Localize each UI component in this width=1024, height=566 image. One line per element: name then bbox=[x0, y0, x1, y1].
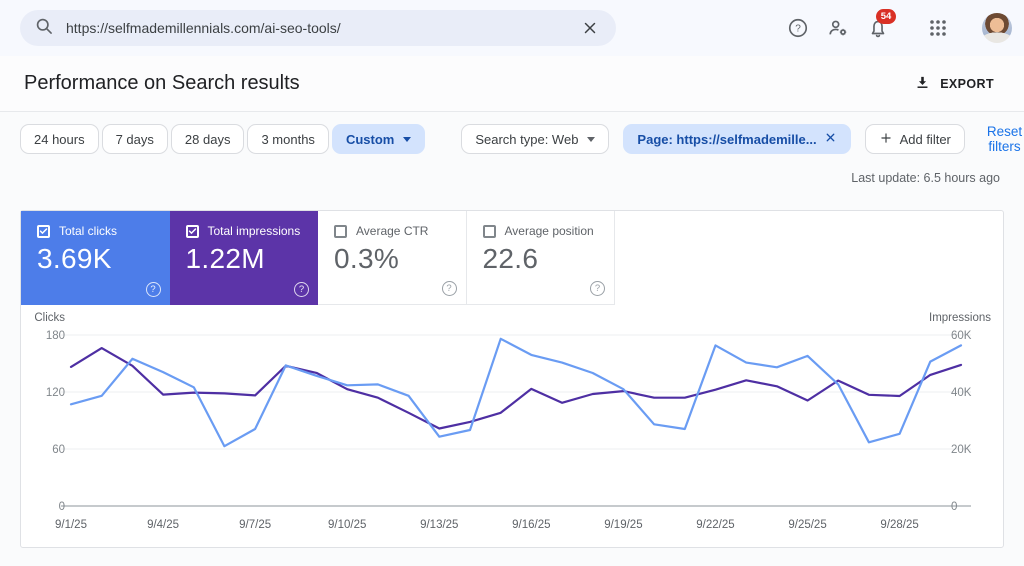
search-type-filter[interactable]: Search type: Web bbox=[461, 124, 609, 154]
svg-text:0: 0 bbox=[951, 501, 957, 513]
svg-text:9/22/25: 9/22/25 bbox=[696, 519, 734, 531]
help-icon[interactable]: ? bbox=[786, 16, 810, 40]
remove-filter-icon[interactable] bbox=[824, 131, 837, 147]
apps-grid-icon[interactable] bbox=[926, 16, 950, 40]
tile-label: Average CTR bbox=[356, 224, 428, 238]
topbar-actions: ? 54 bbox=[786, 13, 1012, 43]
plus-icon bbox=[879, 131, 893, 148]
user-settings-icon[interactable] bbox=[826, 16, 850, 40]
page-filter-label: Page: https://selfmademille... bbox=[637, 132, 816, 147]
range-24-hours[interactable]: 24 hours bbox=[20, 124, 99, 154]
profile-avatar[interactable] bbox=[982, 13, 1012, 43]
svg-text:?: ? bbox=[795, 24, 801, 35]
performance-card: Total clicks 3.69K ? Total impressions 1… bbox=[20, 210, 1004, 548]
search-type-label: Search type: Web bbox=[475, 132, 578, 147]
help-icon[interactable]: ? bbox=[294, 282, 309, 297]
help-icon[interactable]: ? bbox=[146, 282, 161, 297]
page-header: Performance on Search results EXPORT bbox=[0, 56, 1024, 112]
tile-label: Total clicks bbox=[59, 224, 117, 238]
svg-text:9/10/25: 9/10/25 bbox=[328, 519, 366, 531]
tile-value: 0.3% bbox=[334, 243, 454, 275]
date-range-group: 24 hours 7 days 28 days 3 months Custom bbox=[20, 124, 425, 154]
svg-text:9/16/25: 9/16/25 bbox=[512, 519, 550, 531]
chevron-down-icon bbox=[587, 137, 595, 142]
svg-text:Clicks: Clicks bbox=[34, 312, 65, 324]
svg-text:9/25/25: 9/25/25 bbox=[788, 519, 826, 531]
notification-badge: 54 bbox=[876, 9, 896, 24]
svg-text:20K: 20K bbox=[951, 444, 972, 456]
performance-chart[interactable]: 180 120 60 0 60K 40K 20K 0 Clicks Impressions 9/1/… bbox=[21, 311, 1003, 549]
svg-text:180: 180 bbox=[46, 330, 65, 342]
svg-text:9/19/25: 9/19/25 bbox=[604, 519, 642, 531]
tile-label: Average position bbox=[505, 224, 594, 238]
svg-text:9/13/25: 9/13/25 bbox=[420, 519, 458, 531]
chevron-down-icon bbox=[403, 137, 411, 142]
tile-average-ctr[interactable]: Average CTR 0.3% ? bbox=[318, 211, 467, 305]
checkbox-checked-icon[interactable] bbox=[37, 225, 50, 238]
add-filter-label: Add filter bbox=[900, 132, 951, 147]
property-search-box[interactable] bbox=[20, 10, 616, 46]
notifications-bell-icon[interactable]: 54 bbox=[866, 16, 890, 40]
download-icon bbox=[914, 74, 931, 94]
svg-text:120: 120 bbox=[46, 387, 65, 399]
svg-text:9/4/25: 9/4/25 bbox=[147, 519, 179, 531]
tile-value: 1.22M bbox=[186, 243, 307, 275]
range-3-months[interactable]: 3 months bbox=[247, 124, 328, 154]
range-7-days[interactable]: 7 days bbox=[102, 124, 168, 154]
export-label: EXPORT bbox=[940, 77, 994, 91]
checkbox-checked-icon[interactable] bbox=[186, 225, 199, 238]
reset-filters-link[interactable]: Reset filters bbox=[981, 123, 1024, 155]
search-input[interactable] bbox=[64, 19, 568, 37]
tile-average-position[interactable]: Average position 22.6 ? bbox=[467, 211, 616, 305]
clear-search-icon[interactable] bbox=[578, 16, 602, 40]
checkbox-unchecked-icon[interactable] bbox=[334, 225, 347, 238]
tile-total-impressions[interactable]: Total impressions 1.22M ? bbox=[170, 211, 319, 305]
svg-text:0: 0 bbox=[59, 501, 65, 513]
help-icon[interactable]: ? bbox=[590, 281, 605, 296]
svg-text:Impressions: Impressions bbox=[929, 312, 991, 324]
range-custom-label: Custom bbox=[346, 132, 394, 147]
tile-total-clicks[interactable]: Total clicks 3.69K ? bbox=[21, 211, 170, 305]
filters-row: 24 hours 7 days 28 days 3 months Custom … bbox=[0, 112, 1024, 155]
topbar: ? 54 bbox=[0, 0, 1024, 56]
svg-text:9/1/25: 9/1/25 bbox=[55, 519, 87, 531]
performance-chart-svg: 180 120 60 0 60K 40K 20K 0 Clicks Impressions 9/1/… bbox=[21, 311, 1005, 549]
svg-text:40K: 40K bbox=[951, 387, 972, 399]
range-custom[interactable]: Custom bbox=[332, 124, 425, 154]
svg-text:60K: 60K bbox=[951, 330, 972, 342]
last-update-text: Last update: 6.5 hours ago bbox=[0, 155, 1024, 186]
svg-text:60: 60 bbox=[52, 444, 65, 456]
svg-text:9/28/25: 9/28/25 bbox=[880, 519, 918, 531]
help-icon[interactable]: ? bbox=[442, 281, 457, 296]
checkbox-unchecked-icon[interactable] bbox=[483, 225, 496, 238]
tile-value: 3.69K bbox=[37, 243, 158, 275]
page-title: Performance on Search results bbox=[24, 72, 300, 95]
range-28-days[interactable]: 28 days bbox=[171, 124, 245, 154]
export-button[interactable]: EXPORT bbox=[908, 73, 1000, 95]
metric-tiles: Total clicks 3.69K ? Total impressions 1… bbox=[21, 211, 1003, 305]
page-filter-chip[interactable]: Page: https://selfmademille... bbox=[623, 124, 850, 154]
add-filter-button[interactable]: Add filter bbox=[865, 124, 965, 154]
tile-label: Total impressions bbox=[208, 224, 301, 238]
svg-text:9/7/25: 9/7/25 bbox=[239, 519, 271, 531]
tile-value: 22.6 bbox=[483, 243, 603, 275]
search-icon bbox=[34, 16, 54, 41]
